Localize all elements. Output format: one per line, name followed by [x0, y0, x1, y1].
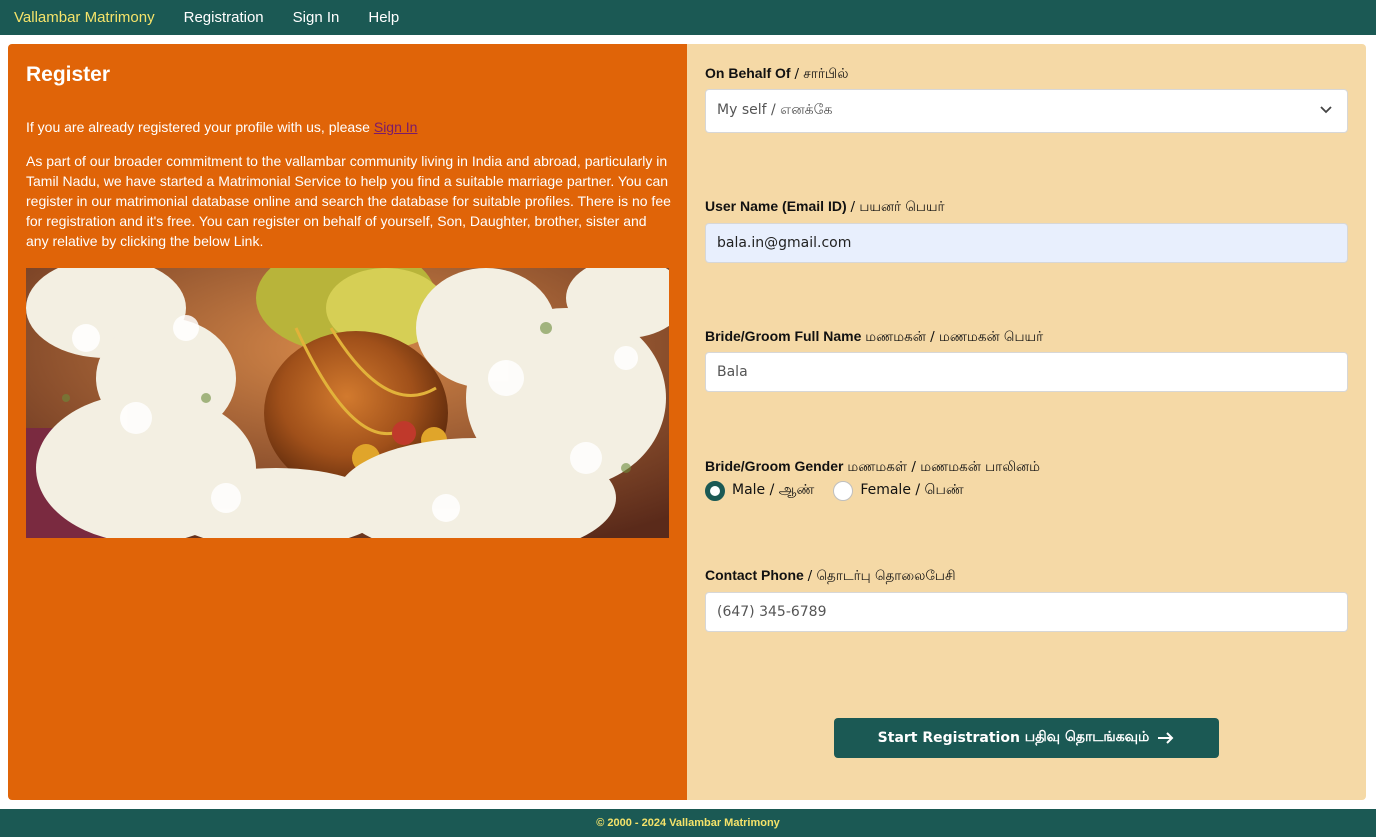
wedding-photo: [26, 268, 669, 538]
phone-label: Contact Phone / தொடர்பு தொலைபேசி: [705, 567, 956, 584]
sign-in-link[interactable]: Sign In: [374, 119, 418, 135]
fullname-label: Bride/Groom Full Name மணமகன் / மணமகன் பெ…: [705, 328, 1044, 345]
phone-input[interactable]: (647) 345-6789: [705, 592, 1348, 632]
behalf-select[interactable]: My self / எனக்கே: [705, 89, 1348, 133]
form-panel: On Behalf Of / சார்பில் My self / எனக்கே…: [687, 44, 1366, 800]
nav-help[interactable]: Help: [368, 9, 399, 26]
start-registration-button[interactable]: Start Registration பதிவு தொடங்கவும்: [834, 718, 1219, 758]
description-text: As part of our broader commitment to the…: [26, 153, 671, 249]
username-label: User Name (Email ID) / பயனர் பெயர்: [705, 198, 945, 215]
footer: © 2000 - 2024 Vallambar Matrimony: [0, 809, 1376, 837]
brand-link[interactable]: Vallambar Matrimony: [14, 9, 155, 26]
behalf-label: On Behalf Of / சார்பில்: [705, 65, 849, 82]
wedding-image: [26, 268, 669, 538]
nav-registration[interactable]: Registration: [184, 9, 264, 26]
page-title: Register: [26, 63, 111, 86]
username-input[interactable]: bala.in@gmail.com: [705, 223, 1348, 263]
intro-text-body: If you are already registered your profi…: [26, 119, 374, 135]
behalf-select-value: My self / எனக்கே: [717, 102, 833, 118]
submit-label: Start Registration: [877, 730, 1020, 746]
submit-label-ta: பதிவு தொடங்கவும்: [1024, 729, 1150, 745]
chevron-down-icon: [1320, 106, 1332, 114]
male-radio[interactable]: [705, 481, 725, 501]
navbar: Vallambar Matrimony Registration Sign In…: [0, 0, 1376, 35]
gender-options: Male / ஆண் Female / பெண்: [705, 481, 983, 501]
gender-label: Bride/Groom Gender மணமகள் / மணமகன் பாலின…: [705, 458, 1040, 475]
female-radio-label[interactable]: Female / பெண்: [860, 482, 963, 500]
female-radio[interactable]: [833, 481, 854, 501]
fullname-input[interactable]: Bala: [705, 352, 1348, 392]
info-panel: Register If you are already registered y…: [8, 44, 687, 800]
nav-sign-in[interactable]: Sign In: [293, 9, 340, 26]
arrow-right-icon: [1158, 732, 1174, 744]
intro-text: If you are already registered your profi…: [26, 117, 669, 137]
male-radio-label[interactable]: Male / ஆண்: [732, 482, 814, 500]
